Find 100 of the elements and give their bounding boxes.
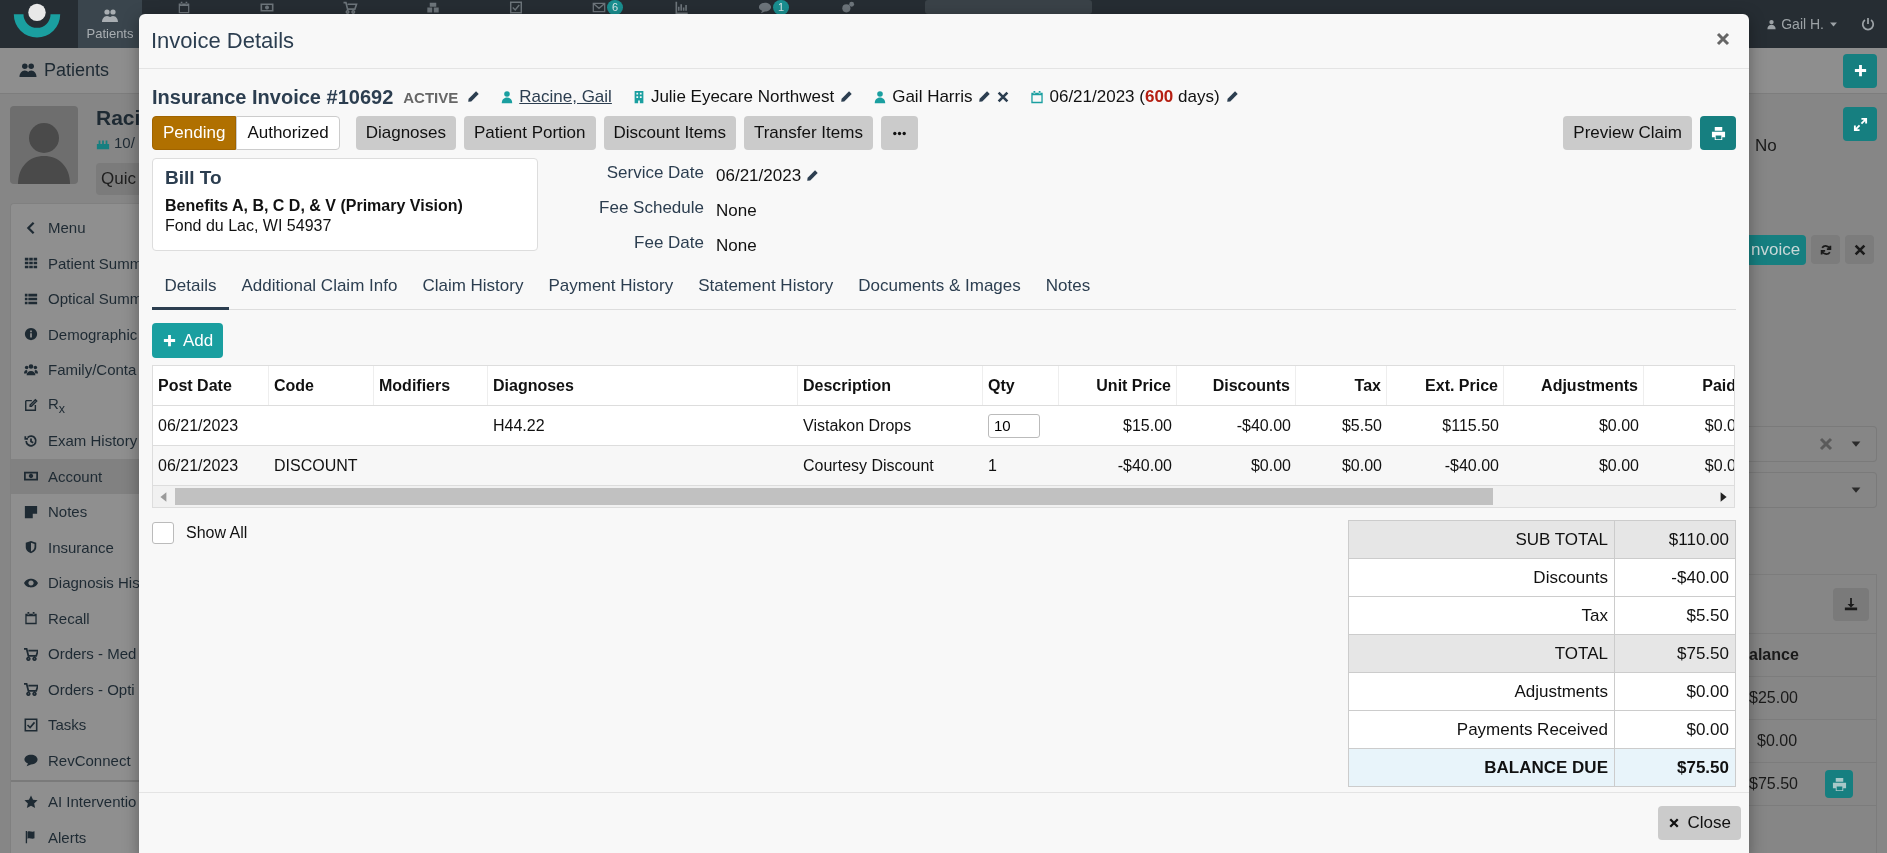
total-value: $110.00 bbox=[1667, 528, 1730, 551]
menu-item[interactable]: Diagnosis His bbox=[11, 565, 139, 601]
star-icon bbox=[24, 794, 38, 809]
menu-item[interactable]: Orders - Med bbox=[11, 636, 139, 672]
calendar-icon bbox=[1030, 90, 1045, 104]
preview-claim-button[interactable]: Preview Claim bbox=[1563, 116, 1692, 150]
select-field[interactable] bbox=[1749, 426, 1877, 462]
table-cell: $0.00 bbox=[1250, 456, 1291, 475]
print-icon bbox=[1710, 125, 1726, 141]
user-menu[interactable]: Gail H. bbox=[1766, 16, 1839, 32]
chat-icon bbox=[756, 1, 773, 14]
nav-item[interactable]: Patients bbox=[78, 0, 142, 48]
column-header[interactable]: Unit Price bbox=[1059, 366, 1177, 405]
power-icon bbox=[1861, 17, 1875, 31]
column-header[interactable]: Post Date bbox=[153, 366, 269, 405]
tab[interactable]: Notes bbox=[1033, 266, 1103, 310]
table-cell: DISCOUNT bbox=[274, 456, 358, 475]
column-header[interactable]: Tax bbox=[1296, 366, 1387, 405]
total-label: SUB TOTAL bbox=[1349, 521, 1615, 558]
patients-tab[interactable]: Patients bbox=[18, 60, 110, 81]
close-icon bbox=[1715, 31, 1731, 47]
total-label: Payments Received bbox=[1349, 711, 1615, 748]
tab[interactable]: Payment History bbox=[535, 266, 686, 310]
shield-icon bbox=[24, 540, 38, 555]
clear-icon bbox=[1818, 436, 1834, 452]
column-header[interactable]: Ext. Price bbox=[1387, 366, 1504, 405]
more-button[interactable] bbox=[880, 116, 918, 150]
action-button[interactable]: Diagnoses bbox=[355, 116, 456, 150]
remove-button[interactable] bbox=[1845, 235, 1875, 264]
chat-icon bbox=[24, 753, 38, 768]
tab[interactable]: Statement History bbox=[685, 266, 846, 310]
menu-item[interactable]: Recall bbox=[11, 600, 139, 636]
column-header[interactable]: Code bbox=[269, 366, 374, 405]
menu-item[interactable]: R$_{x}$ bbox=[11, 387, 139, 423]
close-icon bbox=[1852, 242, 1867, 257]
table-cell: 1 bbox=[988, 456, 997, 475]
total-label: TOTAL bbox=[1349, 635, 1615, 672]
total-value: $0.00 bbox=[1685, 718, 1730, 741]
download-button[interactable] bbox=[1833, 587, 1869, 621]
tab[interactable]: Details bbox=[152, 266, 229, 310]
total-value: $75.50 bbox=[1676, 642, 1730, 665]
close-button[interactable]: Close bbox=[1657, 806, 1741, 840]
pencil-icon bbox=[466, 90, 481, 104]
mail-icon bbox=[590, 1, 607, 14]
scroll-left-icon[interactable] bbox=[159, 490, 169, 503]
search-field[interactable] bbox=[925, 0, 1092, 14]
status-toggle[interactable]: Pending bbox=[152, 116, 237, 150]
tab[interactable]: Documents & Images bbox=[845, 266, 1034, 310]
menu-item[interactable]: Insurance bbox=[11, 529, 139, 565]
column-header[interactable]: Paid bbox=[1644, 366, 1734, 405]
print-icon bbox=[1831, 776, 1847, 792]
menu-item[interactable]: RevConnect bbox=[11, 742, 139, 778]
menu-item[interactable]: Notes bbox=[11, 494, 139, 530]
menu-item[interactable]: AI Interventio bbox=[11, 784, 139, 820]
menu-item[interactable]: Demographic bbox=[11, 316, 139, 352]
column-header[interactable]: Discounts bbox=[1177, 366, 1296, 405]
column-header[interactable]: Qty bbox=[983, 366, 1059, 405]
menu-item[interactable]: Menu bbox=[11, 210, 139, 246]
total-label: Tax bbox=[1349, 597, 1615, 634]
quick-button[interactable]: Quic bbox=[96, 163, 139, 195]
cart-icon bbox=[341, 1, 358, 14]
menu-item[interactable]: Alerts bbox=[11, 819, 139, 853]
checkbox[interactable] bbox=[152, 522, 174, 544]
menu-item[interactable]: Account bbox=[11, 458, 139, 494]
total-value: -$40.00 bbox=[1670, 566, 1730, 589]
plus-icon bbox=[1852, 63, 1868, 78]
add-button[interactable] bbox=[1843, 53, 1877, 88]
plus-icon bbox=[162, 333, 177, 348]
total-label: Discounts bbox=[1349, 559, 1615, 596]
field-label: Service Date bbox=[605, 162, 704, 184]
table-cell-text: $0.00 bbox=[1756, 732, 1799, 750]
action-button[interactable]: Transfer Items bbox=[743, 116, 873, 150]
menu-item[interactable]: Exam History bbox=[11, 423, 139, 459]
tab[interactable]: Claim History bbox=[409, 266, 536, 310]
users-icon bbox=[18, 62, 38, 79]
cubes-icon bbox=[424, 1, 441, 14]
action-button[interactable]: Patient Portion bbox=[464, 116, 596, 150]
dialog-title: Invoice Details bbox=[151, 28, 295, 54]
scroll-right-icon[interactable] bbox=[1718, 490, 1728, 503]
column-header[interactable]: Modifiers bbox=[374, 366, 488, 405]
action-button[interactable]: Discount Items bbox=[603, 116, 736, 150]
quantity-field[interactable]: 10 bbox=[988, 413, 1040, 438]
birth-date: 10/ bbox=[96, 134, 141, 151]
menu-item[interactable]: Tasks bbox=[11, 707, 139, 743]
menu-item[interactable]: Family/Conta bbox=[11, 352, 139, 388]
payer-address: Fond du Lac, WI 54937 bbox=[165, 217, 333, 235]
print-button[interactable] bbox=[1825, 770, 1853, 798]
menu-item[interactable]: Orders - Opti bbox=[11, 671, 139, 707]
column-header[interactable]: Description bbox=[798, 366, 983, 405]
column-header[interactable]: Diagnoses bbox=[488, 366, 798, 405]
table-cell: -$40.00 bbox=[1444, 456, 1499, 475]
print-button[interactable] bbox=[1700, 116, 1736, 150]
status-toggle[interactable]: Authorized bbox=[236, 116, 340, 150]
refresh-button[interactable] bbox=[1811, 235, 1841, 264]
column-header[interactable]: Adjustments bbox=[1504, 366, 1644, 405]
horizontal-scrollbar[interactable] bbox=[153, 486, 1734, 507]
expand-button[interactable] bbox=[1843, 107, 1877, 141]
grid-icon bbox=[24, 256, 38, 271]
patient-link[interactable]: Racine, Gail bbox=[519, 87, 612, 107]
tab[interactable]: Additional Claim Info bbox=[228, 266, 410, 310]
